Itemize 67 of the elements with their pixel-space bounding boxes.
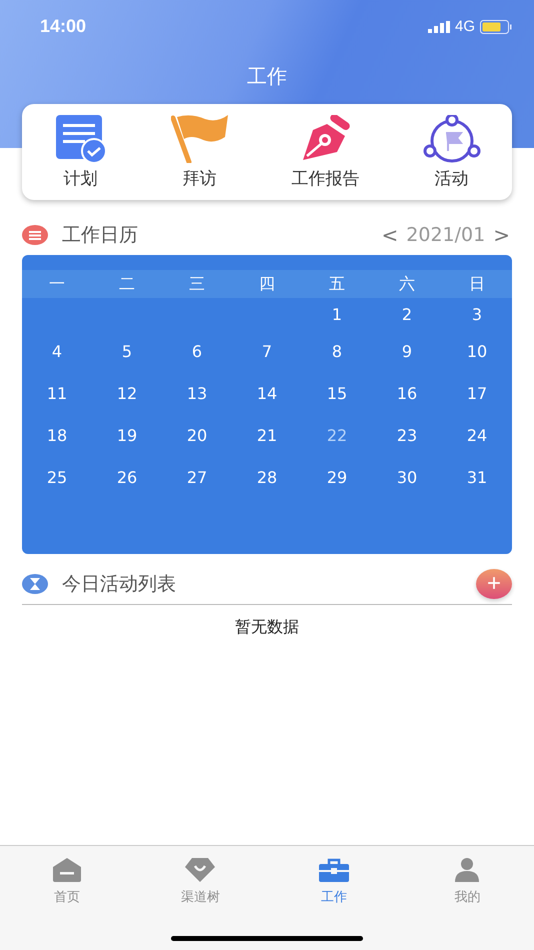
calendar-day[interactable]: 5 (92, 342, 162, 360)
activity-list-title: 今日活动列表 (62, 572, 176, 597)
tab-item[interactable]: 工作 (267, 858, 400, 906)
signal-icon (428, 20, 450, 32)
calendar-day[interactable]: 17 (442, 384, 512, 402)
calendar-day[interactable]: 22 (302, 426, 372, 444)
shortcut-button[interactable]: 计划 (54, 114, 108, 190)
calendar-day[interactable]: 11 (22, 384, 92, 402)
calendar-day[interactable]: 18 (22, 426, 92, 444)
weekday-label: 四 (258, 274, 276, 294)
weekday-label: 日 (468, 274, 486, 294)
calendar-title: 工作日历 (62, 223, 138, 248)
calendar-day[interactable]: 12 (92, 384, 162, 402)
tab-item[interactable]: 渠道树 (134, 858, 267, 906)
toolbox-icon (318, 858, 349, 882)
calendar-day[interactable]: 1 (302, 304, 372, 324)
calendar-day[interactable]: 19 (92, 426, 162, 444)
calendar-day[interactable]: 26 (92, 468, 162, 486)
flag-icon (170, 114, 228, 162)
home-icon (52, 858, 82, 882)
next-month-button[interactable]: > (491, 223, 512, 247)
diamond-icon (185, 858, 216, 882)
calendar-day[interactable]: 6 (162, 342, 232, 360)
weekday-label: 五 (328, 274, 346, 294)
calendar-day[interactable]: 9 (372, 342, 442, 360)
list-icon (22, 225, 48, 245)
calendar-day[interactable]: 23 (372, 426, 442, 444)
shortcut-button[interactable]: 活动 (422, 114, 480, 190)
calendar-day[interactable]: 16 (372, 384, 442, 402)
calendar-day[interactable]: 31 (442, 468, 512, 486)
calendar-day[interactable]: 13 (162, 384, 232, 402)
month-label: 2021/01 (406, 224, 486, 246)
page-title: 工作 (246, 63, 288, 90)
calendar-day[interactable]: 25 (22, 468, 92, 486)
tab-item[interactable]: 我的 (400, 858, 534, 906)
calendar-day[interactable]: 24 (442, 426, 512, 444)
calendar-day[interactable]: 20 (162, 426, 232, 444)
calendar-day[interactable]: 15 (302, 384, 372, 402)
status-time: 14:00 (40, 16, 86, 37)
shortcut-button[interactable]: 工作报告 (292, 114, 360, 190)
network-label: 4G (454, 18, 475, 35)
battery-icon (480, 20, 512, 34)
weekday-label: 一 (48, 274, 66, 294)
weekday-label: 三 (188, 274, 206, 294)
hourglass-icon (22, 574, 48, 594)
document-check-icon (54, 114, 108, 162)
calendar-day[interactable]: 3 (442, 304, 512, 324)
pen-nib-icon (300, 114, 350, 162)
previous-month-button[interactable]: < (380, 223, 400, 247)
calendar-day[interactable]: 30 (372, 468, 442, 486)
calendar-day[interactable]: 29 (302, 468, 372, 486)
calendar-day[interactable]: 4 (22, 342, 92, 360)
calendar-day[interactable]: 21 (232, 426, 302, 444)
calendar-day[interactable]: 8 (302, 342, 372, 360)
add-button[interactable]: + (476, 569, 512, 599)
calendar-day[interactable]: 27 (162, 468, 232, 486)
weekday-label: 六 (398, 274, 416, 294)
calendar-day[interactable]: 10 (442, 342, 512, 360)
calendar-day[interactable]: 2 (372, 304, 442, 324)
tab-item[interactable]: 首页 (0, 858, 134, 906)
calendar-day[interactable]: 28 (232, 468, 302, 486)
shortcut-button[interactable]: 拜访 (170, 114, 228, 190)
empty-message: 暂无数据 (234, 617, 300, 638)
flag-network-icon (422, 114, 480, 162)
weekday-label: 二 (118, 274, 136, 294)
calendar-day[interactable]: 14 (232, 384, 302, 402)
calendar-day[interactable]: 7 (232, 342, 302, 360)
